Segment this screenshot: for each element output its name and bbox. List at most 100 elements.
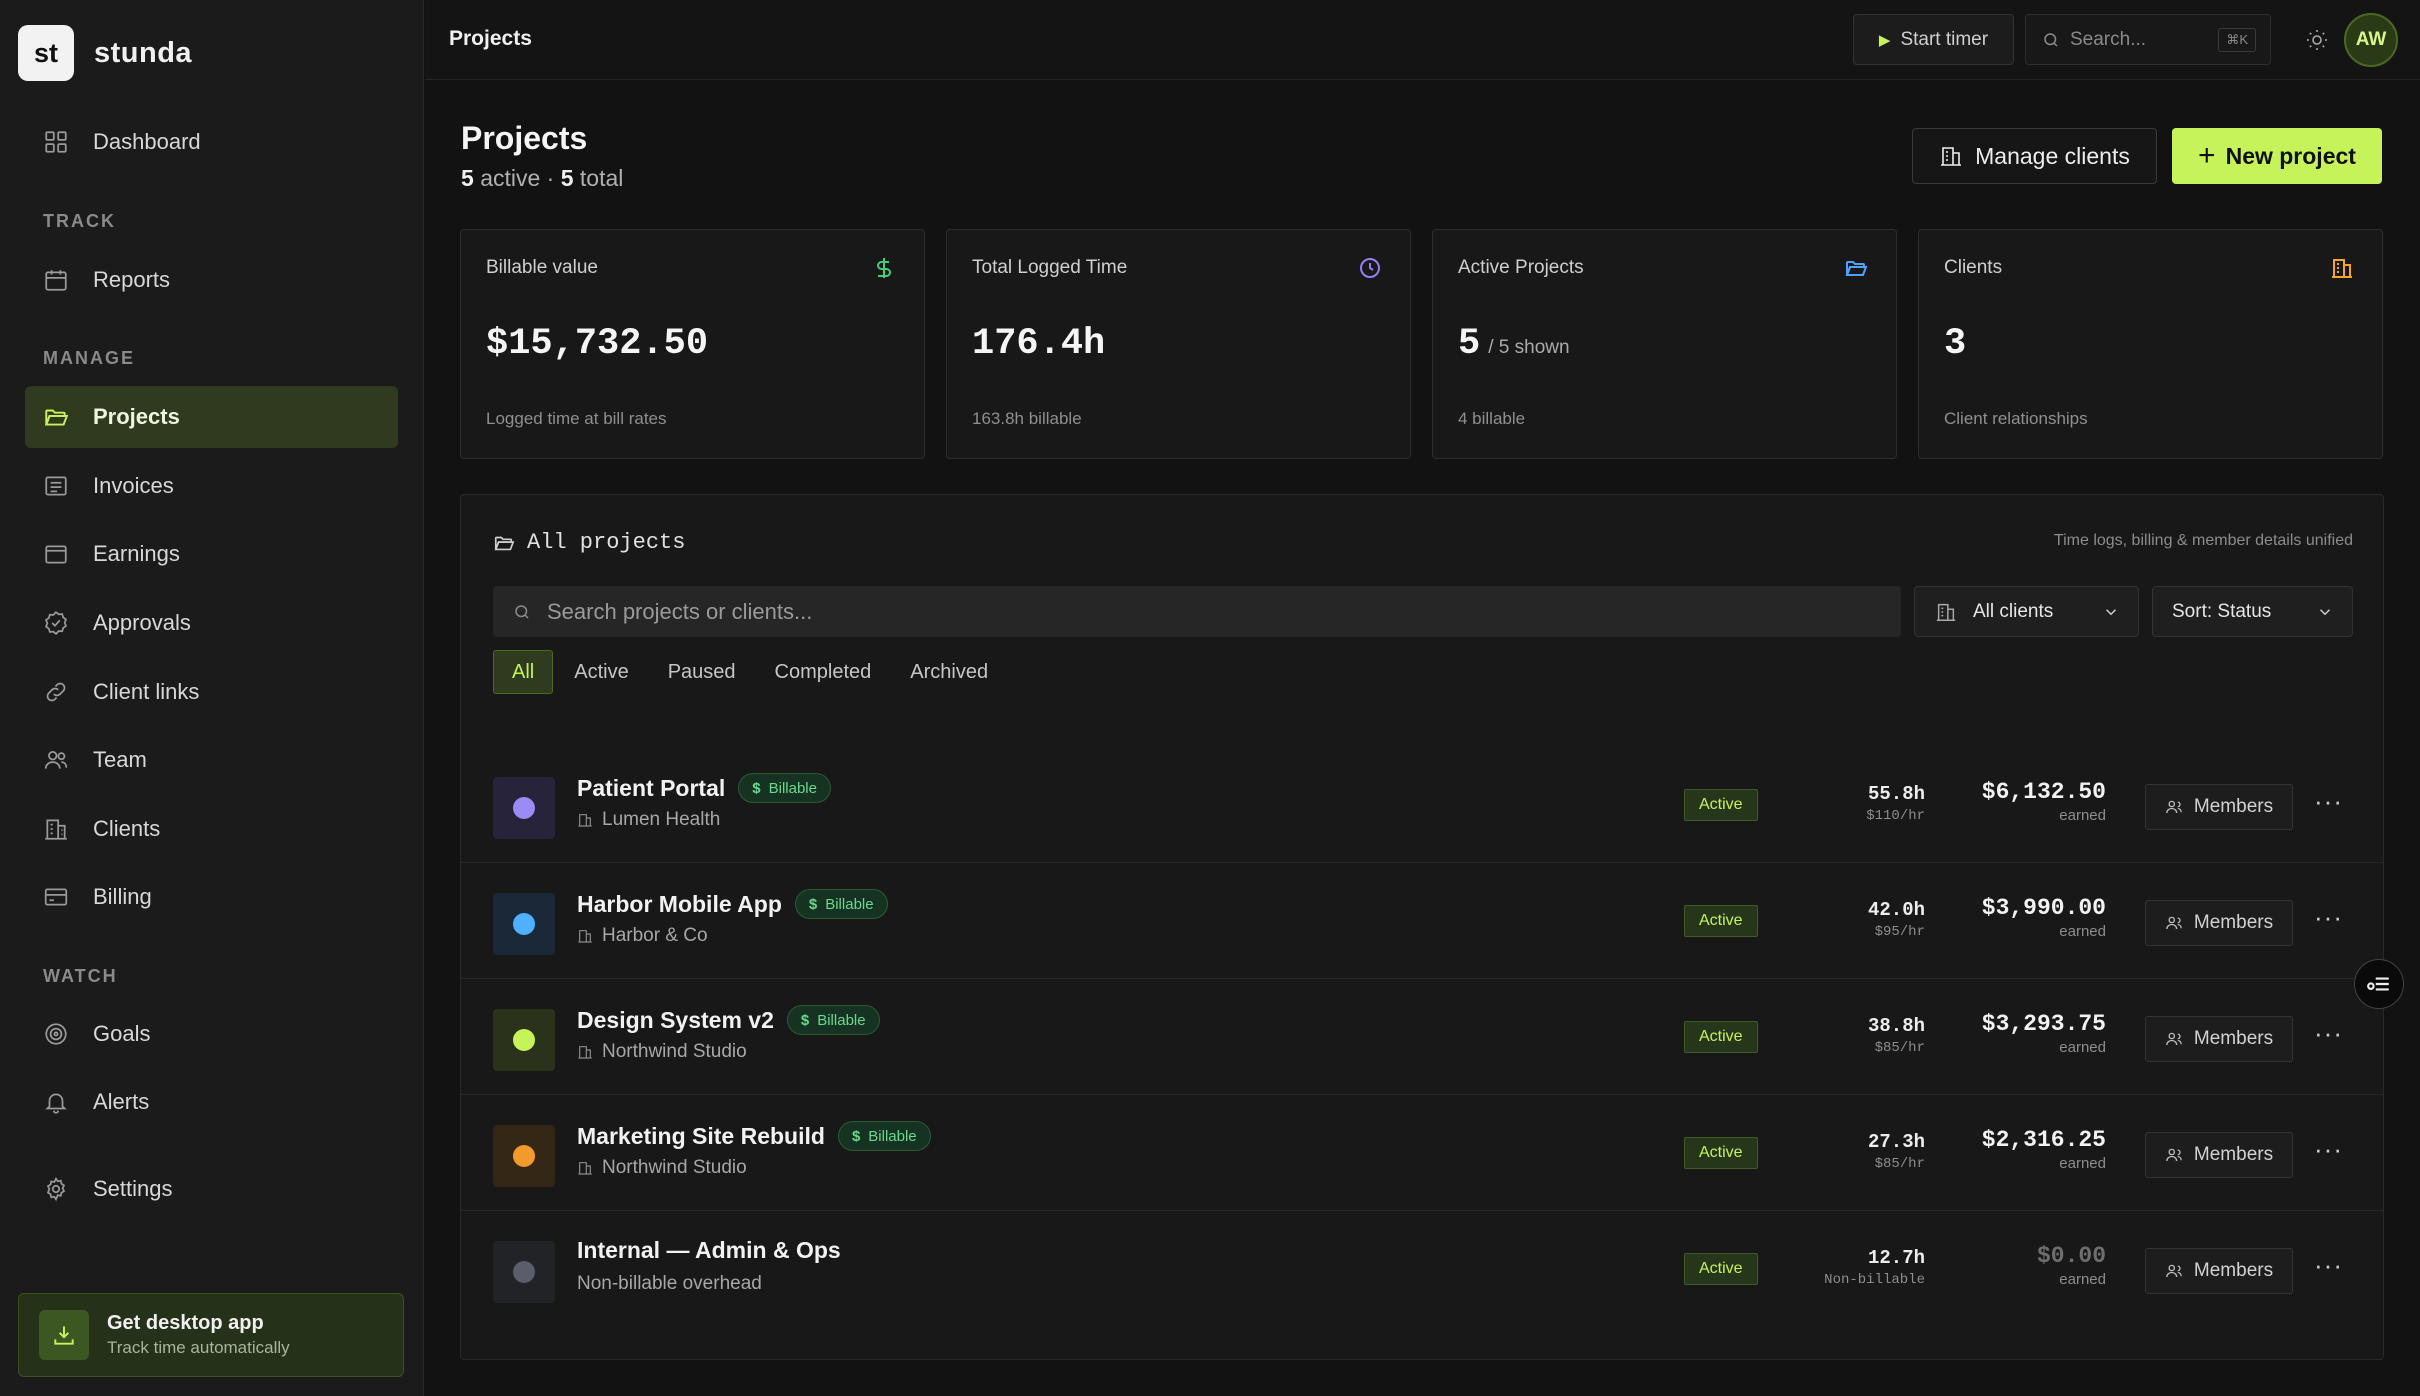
manage-clients-button[interactable]: Manage clients bbox=[1912, 128, 2157, 184]
sort-value: Sort: Status bbox=[2172, 600, 2272, 622]
tab-paused[interactable]: Paused bbox=[650, 650, 754, 694]
chevron-down-icon bbox=[2319, 609, 2331, 616]
desktop-app-title: Get desktop app bbox=[107, 1312, 264, 1334]
sidebar-item-label: Projects bbox=[93, 404, 180, 429]
theme-toggle-sun-icon[interactable] bbox=[2305, 28, 2329, 52]
project-color-swatch bbox=[493, 893, 555, 955]
project-row[interactable]: Patient Portal $ Billable Lumen Health Act… bbox=[461, 747, 2383, 863]
project-name: Design System v2 $ Billable bbox=[577, 1005, 880, 1035]
sidebar-item-settings[interactable]: Settings bbox=[25, 1158, 398, 1220]
project-earned: $3,293.75 earned bbox=[1982, 1011, 2106, 1056]
global-search-placeholder: Search... bbox=[2070, 28, 2147, 50]
stat-value-number: 5 bbox=[1458, 323, 1481, 365]
sidebar-item-client-links[interactable]: Client links bbox=[25, 661, 398, 723]
sidebar-item-alerts[interactable]: Alerts bbox=[25, 1071, 398, 1133]
earned-label: earned bbox=[2059, 1155, 2106, 1172]
dollar-icon: $ bbox=[808, 895, 818, 913]
sort-select[interactable]: Sort: Status bbox=[2152, 586, 2353, 637]
sidebar-item-billing[interactable]: Billing bbox=[25, 866, 398, 928]
clock-icon bbox=[1358, 256, 1382, 280]
stat-value-suffix: / 5 shown bbox=[1488, 337, 1570, 358]
search-icon bbox=[2044, 32, 2058, 47]
sidebar-item-clients[interactable]: Clients bbox=[25, 798, 398, 860]
global-search-input[interactable]: Search... ⌘K bbox=[2025, 14, 2271, 65]
new-project-button[interactable]: + New project bbox=[2172, 128, 2382, 184]
hours-value: 42.0h bbox=[1867, 899, 1925, 921]
project-row[interactable]: Internal — Admin & Ops Non-billable over… bbox=[461, 1211, 2383, 1327]
sidebar-item-projects[interactable]: Projects bbox=[25, 386, 398, 448]
brand[interactable]: st stunda bbox=[18, 25, 192, 81]
sidebar-item-label: Reports bbox=[93, 267, 171, 292]
more-options-icon[interactable]: ··· bbox=[2314, 788, 2343, 814]
tab-archived[interactable]: Archived bbox=[892, 650, 1006, 694]
members-button[interactable]: Members bbox=[2145, 1016, 2293, 1062]
project-hours: 38.8h $85/hr bbox=[1868, 1015, 1925, 1056]
project-client-text: Non-billable overhead bbox=[577, 1273, 762, 1294]
nav-section-watch: WATCH bbox=[43, 966, 118, 986]
hours-value: 38.8h bbox=[1867, 1015, 1925, 1037]
badge-check-icon bbox=[43, 610, 69, 636]
topbar: Projects ▶ Start timer Search... ⌘K AW bbox=[425, 0, 2420, 80]
members-button[interactable]: Members bbox=[2145, 1248, 2293, 1294]
stat-label: Total Logged Time bbox=[972, 257, 1128, 278]
project-name: Marketing Site Rebuild $ Billable bbox=[577, 1121, 931, 1151]
sidebar-item-goals[interactable]: Goals bbox=[25, 1003, 398, 1065]
tab-all[interactable]: All bbox=[493, 650, 554, 694]
project-name: Internal — Admin & Ops bbox=[577, 1237, 841, 1264]
desktop-app-card[interactable]: Get desktop app Track time automatically bbox=[18, 1293, 404, 1377]
stat-value: $15,732.50 bbox=[486, 323, 709, 365]
building-icon bbox=[578, 1046, 592, 1059]
status-badge: Active bbox=[1684, 1253, 1758, 1285]
client-filter-select[interactable]: All clients bbox=[1914, 586, 2139, 637]
rate-value: $85/hr bbox=[1874, 1156, 1925, 1172]
start-timer-button[interactable]: ▶ Start timer bbox=[1853, 14, 2014, 65]
sidebar-item-reports[interactable]: Reports bbox=[25, 249, 398, 311]
avatar[interactable]: AW bbox=[2344, 13, 2398, 67]
wallet-icon bbox=[43, 541, 69, 567]
members-button[interactable]: Members bbox=[2145, 900, 2293, 946]
members-label: Members bbox=[2193, 1260, 2274, 1281]
sidebar-item-team[interactable]: Team bbox=[25, 729, 398, 791]
more-options-icon[interactable]: ··· bbox=[2314, 1136, 2343, 1162]
sidebar-item-invoices[interactable]: Invoices bbox=[25, 455, 398, 517]
project-client-text: Lumen Health bbox=[602, 809, 721, 830]
project-row[interactable]: Harbor Mobile App $ Billable Harbor & Co A… bbox=[461, 863, 2383, 979]
sidebar-item-earnings[interactable]: Earnings bbox=[25, 523, 398, 585]
client-filter-value: All clients bbox=[1973, 600, 2054, 622]
project-client-text: Northwind Studio bbox=[602, 1041, 747, 1062]
tab-completed[interactable]: Completed bbox=[757, 650, 890, 694]
earned-label: earned bbox=[2059, 923, 2106, 940]
sidebar-item-label: Invoices bbox=[93, 473, 174, 498]
more-options-icon[interactable]: ··· bbox=[2314, 904, 2343, 930]
sidebar-item-dashboard[interactable]: Dashboard bbox=[25, 111, 398, 173]
play-icon: ▶ bbox=[1878, 31, 1891, 49]
project-search-placeholder: Search projects or clients... bbox=[547, 598, 813, 624]
project-color-swatch bbox=[493, 1241, 555, 1303]
members-label: Members bbox=[2193, 912, 2274, 933]
members-button[interactable]: Members bbox=[2145, 1132, 2293, 1178]
project-row[interactable]: Marketing Site Rebuild $ Billable Northwin… bbox=[461, 1095, 2383, 1211]
gear-icon bbox=[43, 1176, 69, 1202]
panel-note: Time logs, billing & member details unif… bbox=[2053, 532, 2353, 549]
users-icon bbox=[2166, 1032, 2182, 1046]
dollar-icon: $ bbox=[851, 1127, 861, 1145]
project-client-text: Northwind Studio bbox=[602, 1157, 747, 1178]
nav-section-manage: MANAGE bbox=[43, 348, 135, 368]
members-button[interactable]: Members bbox=[2145, 784, 2293, 830]
tab-active[interactable]: Active bbox=[556, 650, 646, 694]
building-icon bbox=[1941, 147, 1962, 166]
more-options-icon[interactable]: ··· bbox=[2314, 1252, 2343, 1278]
floating-task-list-button[interactable] bbox=[2354, 959, 2404, 1009]
new-project-label: New project bbox=[2225, 142, 2356, 169]
members-label: Members bbox=[2193, 1028, 2274, 1049]
hours-value: 55.8h bbox=[1867, 783, 1925, 805]
project-row[interactable]: Design System v2 $ Billable Northwind Stud… bbox=[461, 979, 2383, 1095]
project-name-text: Internal — Admin & Ops bbox=[577, 1237, 841, 1263]
sidebar-item-approvals[interactable]: Approvals bbox=[25, 592, 398, 654]
download-icon bbox=[39, 1310, 89, 1360]
project-search-input[interactable]: Search projects or clients... bbox=[493, 586, 1901, 637]
sidebar-item-label: Goals bbox=[93, 1021, 151, 1046]
earned-value: $2,316.25 bbox=[1981, 1127, 2106, 1153]
more-options-icon[interactable]: ··· bbox=[2314, 1020, 2343, 1046]
users-icon bbox=[2166, 1264, 2182, 1278]
